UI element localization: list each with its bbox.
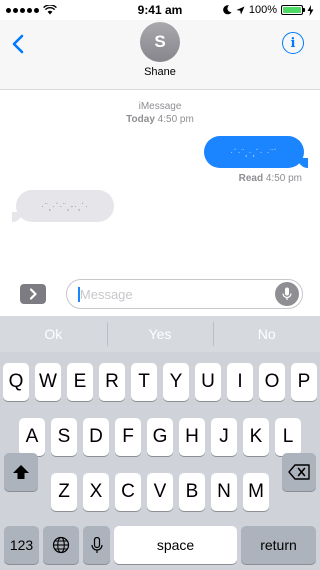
key-p[interactable]: P [291, 363, 317, 401]
back-button[interactable] [8, 30, 30, 58]
globe-key[interactable] [43, 526, 79, 564]
contact-avatar[interactable]: S [140, 22, 180, 62]
microphone-icon [282, 287, 292, 300]
day-label: Today [126, 114, 155, 125]
key-v[interactable]: V [147, 473, 173, 511]
key-h[interactable]: H [179, 418, 205, 456]
status-bar: 9:41 am 100% [0, 0, 320, 20]
microphone-icon [90, 536, 103, 553]
wifi-icon [43, 5, 57, 15]
info-button[interactable]: i [282, 32, 304, 54]
chevron-right-icon [29, 288, 37, 300]
backspace-icon [288, 464, 310, 480]
battery-icon [281, 5, 305, 15]
outgoing-message-text: ·´·¨¸·¸´· ·¨´ [230, 147, 278, 157]
key-n[interactable]: N [211, 473, 237, 511]
service-label: iMessage [138, 101, 182, 112]
message-field[interactable] [66, 279, 303, 309]
battery-level [283, 7, 301, 13]
moon-icon [223, 5, 232, 15]
return-key[interactable]: return [241, 526, 316, 564]
key-j[interactable]: J [211, 418, 237, 456]
keyboard: Ok Yes No QWERTYUIOP ASDFGHJKL ZXCVBNM 123 [0, 316, 320, 570]
location-icon [236, 6, 245, 14]
incoming-message-bubble[interactable]: ·¨¸·´·¨¸-·¸´· [12, 190, 114, 222]
chevron-left-icon [12, 34, 24, 54]
key-s[interactable]: S [51, 418, 77, 456]
key-a[interactable]: A [19, 418, 45, 456]
key-g[interactable]: G [147, 418, 173, 456]
key-m[interactable]: M [243, 473, 269, 511]
key-z[interactable]: Z [51, 473, 77, 511]
key-k[interactable]: K [243, 418, 269, 456]
key-d[interactable]: D [83, 418, 109, 456]
prediction-no[interactable]: No [213, 316, 320, 352]
space-key[interactable]: space [114, 526, 237, 564]
delete-key[interactable] [282, 453, 316, 491]
key-o[interactable]: O [259, 363, 285, 401]
key-b[interactable]: B [179, 473, 205, 511]
key-q[interactable]: Q [3, 363, 29, 401]
predictive-bar: Ok Yes No [0, 316, 320, 352]
app-drawer-button[interactable] [20, 284, 46, 304]
key-f[interactable]: F [115, 418, 141, 456]
dictation-key[interactable] [83, 526, 110, 564]
key-e[interactable]: E [67, 363, 93, 401]
read-time: 4:50 pm [265, 173, 302, 184]
outgoing-message-bubble[interactable]: ·´·¨¸·¸´· ·¨´ [204, 136, 308, 168]
prediction-ok[interactable]: Ok [0, 316, 107, 352]
globe-icon [52, 536, 70, 554]
key-w[interactable]: W [35, 363, 61, 401]
text-caret [78, 287, 80, 302]
key-u[interactable]: U [195, 363, 221, 401]
conversation-timestamp: iMessage Today 4:50 pm [0, 100, 320, 126]
info-icon: i [290, 35, 296, 51]
incoming-message-text: ·¨¸·´·¨¸-·¸´· [41, 201, 89, 211]
message-input[interactable] [67, 280, 267, 308]
read-label: Read [238, 173, 264, 184]
key-i[interactable]: I [227, 363, 253, 401]
key-r[interactable]: R [99, 363, 125, 401]
battery-percent: 100% [248, 4, 277, 16]
signal-area [6, 5, 57, 15]
key-l[interactable]: L [275, 418, 301, 456]
shift-key[interactable] [4, 453, 38, 491]
compose-bar [0, 276, 320, 314]
key-c[interactable]: C [115, 473, 141, 511]
dictation-button[interactable] [275, 282, 299, 306]
prediction-yes[interactable]: Yes [106, 316, 214, 352]
key-x[interactable]: X [83, 473, 109, 511]
date-line: Today 4:50 pm [0, 113, 320, 126]
numbers-key[interactable]: 123 [4, 526, 39, 564]
key-y[interactable]: Y [163, 363, 189, 401]
contact-name[interactable]: Shane [0, 66, 320, 78]
shift-arrow-icon [13, 465, 29, 479]
status-right: 100% [223, 4, 314, 16]
charging-bolt-icon [307, 4, 314, 16]
time-label: 4:50 pm [157, 114, 194, 125]
conversation-header: S Shane i [0, 20, 320, 90]
key-t[interactable]: T [131, 363, 157, 401]
signal-strength-icon [6, 7, 39, 13]
messages-screen: 9:41 am 100% S Shane i iMessage Today 4:… [0, 0, 320, 570]
read-receipt: Read 4:50 pm [239, 173, 302, 184]
